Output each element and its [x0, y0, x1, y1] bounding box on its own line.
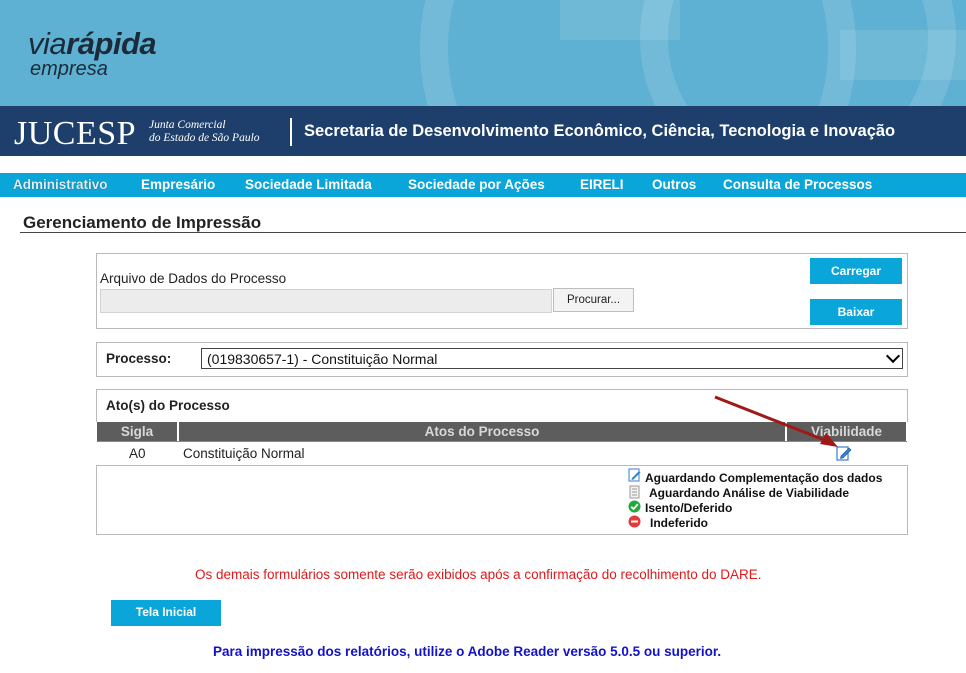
- check-icon: [628, 500, 641, 513]
- nav-item-administrativo[interactable]: Administrativo: [13, 177, 108, 192]
- title-underline: [20, 232, 966, 233]
- denied-icon: [628, 515, 641, 528]
- annotation-arrow: [714, 395, 838, 447]
- column-header-atos: Atos do Processo: [179, 422, 785, 441]
- banner-decor: [560, 0, 680, 40]
- upload-label: Arquivo de Dados do Processo: [100, 271, 287, 286]
- main-nav: Administrativo Empresário Sociedade Limi…: [0, 173, 966, 197]
- secretaria-title: Secretaria de Desenvolvimento Econômico,…: [304, 122, 896, 140]
- acts-heading: Ato(s) do Processo: [106, 398, 230, 413]
- jucesp-bar: JUCESP Junta Comercial do Estado de São P…: [0, 106, 966, 156]
- legend-denied: Indeferido: [650, 516, 709, 530]
- browse-button[interactable]: Procurar...: [553, 288, 634, 312]
- nav-item-outros[interactable]: Outros: [652, 177, 696, 192]
- nav-item-eireli[interactable]: EIRELI: [580, 177, 624, 192]
- brand-logo-sub: empresa: [30, 58, 108, 80]
- spacer: [0, 156, 966, 173]
- banner-decor: [840, 30, 966, 80]
- jucesp-logo: JUCESP: [14, 115, 137, 152]
- download-button[interactable]: Baixar: [810, 299, 902, 325]
- home-button[interactable]: Tela Inicial: [111, 600, 221, 626]
- divider: [290, 118, 292, 146]
- nav-item-consulta-processos[interactable]: Consulta de Processos: [723, 177, 872, 192]
- brand-logo: viarápida: [28, 26, 157, 61]
- file-path-field[interactable]: [100, 289, 552, 313]
- dare-notice: Os demais formulários somente serão exib…: [195, 567, 762, 582]
- act-sigla: A0: [129, 446, 146, 461]
- nav-item-sociedade-limitada[interactable]: Sociedade Limitada: [245, 177, 372, 192]
- nav-item-empresario[interactable]: Empresário: [141, 177, 215, 192]
- legend-pending-data: Aguardando Complementação dos dados: [645, 471, 883, 485]
- page-title: Gerenciamento de Impressão: [23, 213, 262, 232]
- legend-pending-analysis: Aguardando Análise de Viabilidade: [649, 486, 850, 500]
- header-banner: viarápida empresa: [0, 0, 966, 106]
- pending-data-icon: [628, 468, 641, 482]
- jucesp-subtitle: Junta Comercial do Estado de São Paulo: [149, 119, 260, 144]
- process-select[interactable]: (019830657-1) - Constituição Normal: [201, 348, 903, 369]
- legend-approved: Isento/Deferido: [645, 501, 733, 515]
- adobe-notice: Para impressão dos relatórios, utilize o…: [213, 644, 722, 659]
- load-button[interactable]: Carregar: [810, 258, 902, 284]
- chevron-down-icon: [885, 348, 901, 364]
- act-name: Constituição Normal: [183, 446, 305, 461]
- column-header-sigla: Sigla: [97, 422, 177, 441]
- document-icon: [629, 485, 641, 499]
- nav-item-sociedade-por-acoes[interactable]: Sociedade por Ações: [408, 177, 545, 192]
- process-label: Processo:: [106, 351, 172, 366]
